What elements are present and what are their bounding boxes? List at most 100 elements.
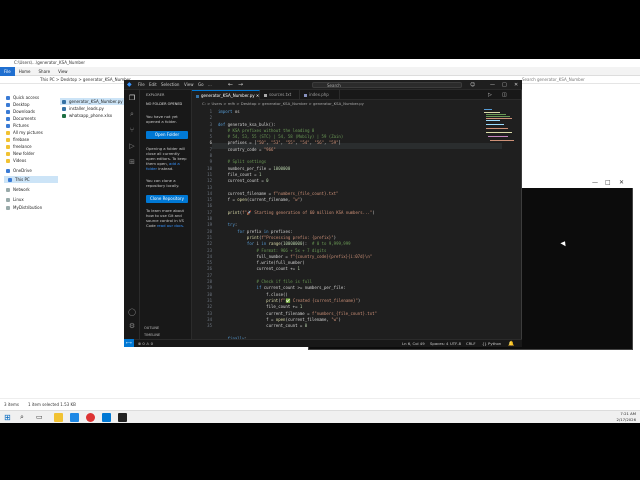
explorer-files-icon[interactable]: ❐ — [128, 94, 136, 102]
nav-network[interactable]: Network — [6, 186, 30, 193]
back-arrow-icon[interactable]: ← — [228, 80, 233, 90]
vscode-close-button[interactable]: ✕ — [514, 80, 518, 90]
remote-indicator[interactable]: ⟷ — [124, 339, 134, 347]
extensions-icon[interactable]: ⊞ — [128, 158, 136, 166]
nav-onedrive[interactable]: OneDrive — [6, 167, 32, 174]
run-icon[interactable]: ▷ — [488, 90, 492, 100]
close-icon[interactable]: ✕ — [256, 93, 259, 98]
nav-desktop[interactable]: Desktop — [6, 101, 30, 108]
editor-tabs: generator_KSA_Number.py ✕ sources.txt in… — [192, 90, 521, 100]
tab-sources[interactable]: sources.txt — [260, 90, 300, 100]
open-folder-button[interactable]: Open Folder — [146, 131, 188, 139]
minimap[interactable] — [482, 107, 518, 147]
explorer-file-list: generator_KSA_Number.py installer_leads.… — [58, 84, 128, 398]
tab-index-php[interactable]: index.php — [300, 90, 340, 100]
search-icon[interactable]: ⌕ — [128, 110, 136, 118]
console-maximize-button[interactable]: □ — [605, 179, 611, 187]
source-control-icon[interactable]: ⑂ — [128, 126, 136, 134]
no-folder-text: You have not yet opened a folder. — [146, 114, 178, 124]
line-ending[interactable]: CRLF — [466, 340, 476, 348]
command-search-input[interactable]: Search — [312, 82, 462, 88]
bell-icon[interactable]: 🔔 — [508, 340, 514, 348]
python-file-icon — [62, 107, 66, 111]
file-item[interactable]: whatsapp_phone.xlsx — [60, 112, 124, 119]
nav-new-folder[interactable]: New folder — [6, 150, 35, 157]
nav-documents[interactable]: Documents — [6, 115, 36, 122]
cursor-position[interactable]: Ln 6, Col 49 — [402, 340, 425, 348]
nav-quick-access[interactable]: Quick access — [6, 94, 39, 101]
address-path[interactable]: This PC > Desktop > generator_KSA_Number — [40, 77, 131, 83]
python-file-icon — [196, 94, 199, 98]
forward-arrow-icon[interactable]: → — [238, 80, 243, 90]
nav-mydistribution[interactable]: MyDistribution — [6, 204, 42, 211]
ribbon-tab-file[interactable]: File — [0, 67, 15, 76]
nav-firebase[interactable]: firebase — [6, 136, 29, 143]
ribbon-tab-share[interactable]: Share — [35, 67, 55, 76]
vscode-minimize-button[interactable]: — — [490, 80, 495, 90]
code-line[interactable]: print(f"🚀 Starting generation of 60 mill… — [218, 210, 377, 216]
breadcrumb[interactable]: C: > Users > mfh > Desktop > generator_K… — [192, 100, 521, 107]
file-item[interactable]: installer_leads.py — [60, 105, 124, 112]
menu-file[interactable]: File — [138, 80, 145, 90]
folder-icon — [6, 159, 10, 163]
menu-go[interactable]: Go — [198, 80, 204, 90]
run-debug-icon[interactable]: ▷ — [128, 142, 136, 150]
search-icon[interactable]: ⌕ — [20, 413, 29, 422]
excel-file-icon — [62, 114, 66, 118]
terminal-taskbar-icon[interactable] — [118, 413, 127, 422]
file-explorer-taskbar-icon[interactable] — [54, 413, 63, 422]
nav-videos[interactable]: Videos — [6, 157, 26, 164]
language-mode[interactable]: {} Python — [482, 340, 501, 348]
console-close-button[interactable]: ✕ — [619, 179, 624, 187]
folder-icon — [6, 206, 10, 210]
nav-pictures[interactable]: Pictures — [6, 122, 29, 129]
vscode-taskbar-icon[interactable] — [102, 413, 111, 422]
clone-repository-button[interactable]: Clone Repository — [146, 195, 188, 203]
menu-more[interactable]: ... — [208, 80, 212, 90]
copilot-icon[interactable]: ☺ — [470, 80, 475, 90]
split-editor-icon[interactable]: ◫ — [502, 90, 507, 100]
code-line[interactable]: current_filename = f"numbers_{file_count… — [218, 311, 377, 317]
code-content[interactable]: import os​def generate_ksa_bulk(): # KSA… — [218, 109, 377, 339]
sidebar-title: EXPLORER — [146, 93, 165, 97]
folder-icon — [6, 131, 10, 135]
no-folder-heading[interactable]: NO FOLDER OPENED — [146, 101, 182, 107]
clock-date: 2/17/2026 — [616, 416, 636, 422]
account-icon[interactable]: ◯ — [128, 308, 136, 316]
read-docs-link[interactable]: read our docs. — [157, 223, 184, 228]
tab-generator-ksa[interactable]: generator_KSA_Number.py ✕ — [192, 90, 260, 100]
nav-downloads[interactable]: Downloads — [6, 108, 35, 115]
nav-freelance[interactable]: freelance — [6, 143, 32, 150]
menu-view[interactable]: View — [184, 80, 194, 90]
mail-taskbar-icon[interactable] — [70, 413, 79, 422]
line-number: 35 — [207, 323, 212, 329]
taskbar-clock[interactable]: 7:21 AM 2/17/2026 — [617, 411, 636, 422]
code-editor[interactable]: 1 2 3 4 5 6 7 8 9 10 11 12 13 14 15 16 17 18 19 20 21 22 23 24 2… — [192, 107, 521, 339]
problems-count[interactable]: ⊗ 0 ⚠ 0 — [138, 340, 153, 348]
indentation[interactable]: Spaces: 4 — [430, 340, 448, 348]
ribbon-tab-home[interactable]: Home — [15, 67, 35, 76]
remote-icon: ⟷ — [126, 340, 132, 345]
outline-section[interactable]: OUTLINE — [144, 325, 159, 331]
file-item[interactable]: generator_KSA_Number.py — [60, 98, 124, 105]
gear-icon[interactable]: ⚙ — [128, 322, 136, 330]
chrome-taskbar-icon[interactable] — [86, 413, 95, 422]
task-view-icon[interactable]: ▭ — [36, 413, 45, 422]
vscode-logo-icon: ◆ — [127, 81, 132, 88]
console-minimize-button[interactable]: — — [592, 179, 598, 187]
git-text: To learn more about how to use Git and s… — [146, 208, 185, 228]
nav-this-pc[interactable]: This PC — [4, 176, 60, 183]
cloud-icon — [6, 169, 10, 173]
nav-all-my-pictures[interactable]: All my pictures — [6, 129, 43, 136]
ribbon-tab-view[interactable]: View — [54, 67, 72, 76]
menu-edit[interactable]: Edit — [149, 80, 157, 90]
encoding[interactable]: UTF-8 — [450, 340, 461, 348]
explorer-search-input[interactable]: Search generator_KSA_Number — [522, 77, 585, 83]
vscode-maximize-button[interactable]: □ — [502, 80, 507, 90]
picture-icon — [6, 124, 10, 128]
windows-start-icon[interactable]: ⊞ — [4, 413, 13, 422]
timeline-section[interactable]: TIMELINE — [144, 332, 160, 338]
computer-icon — [8, 178, 12, 182]
nav-linux[interactable]: Linux — [6, 196, 24, 203]
menu-selection[interactable]: Selection — [161, 80, 179, 90]
